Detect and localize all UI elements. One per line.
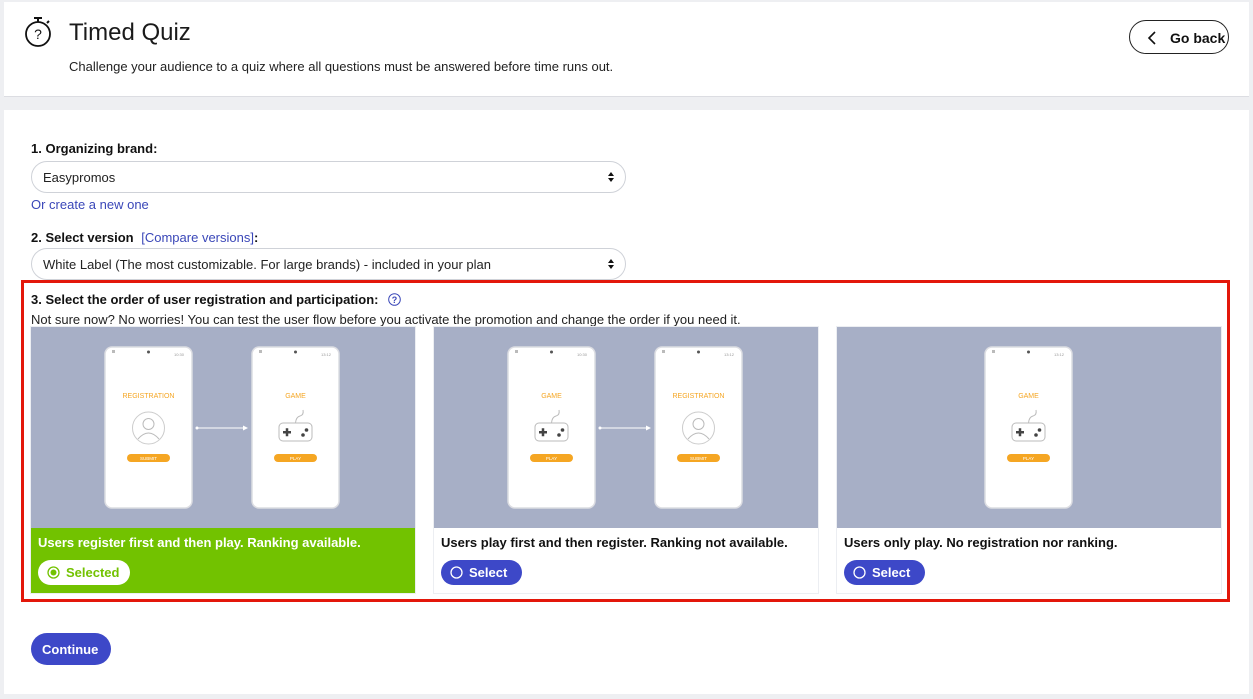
phone-camera: [147, 350, 150, 354]
card-description: Users register first and then play. Rank…: [38, 535, 361, 550]
version-select-value: White Label (The most customizable. For …: [43, 257, 491, 272]
stopwatch-icon: ?: [25, 17, 51, 47]
phone-camera: [1027, 350, 1030, 354]
card-description: Users only play. No registration nor ran…: [844, 535, 1118, 550]
brand-label: 1. Organizing brand:: [31, 141, 158, 156]
select-arrows-icon: [608, 172, 614, 182]
signal-icon: [992, 350, 995, 353]
phone-camera: [294, 350, 297, 354]
card-description: Users play first and then register. Rank…: [441, 535, 788, 550]
phone-mockup: 10:30 GAME PLAY: [507, 346, 596, 509]
phone-heading: REGISTRATION: [123, 393, 175, 400]
svg-text:?: ?: [34, 26, 42, 42]
continue-button-label: Continue: [42, 642, 99, 657]
order-label: 3. Select the order of user registration…: [31, 292, 401, 307]
phone-camera: [550, 350, 553, 354]
main-panel: 1. Organizing brand: Easypromos Or creat…: [4, 110, 1249, 694]
version-label-text: 2. Select version: [31, 230, 134, 245]
version-label-colon: :: [253, 230, 259, 245]
order-card-only-play[interactable]: 13:12 GAME PLAY Users only play. No regist…: [837, 327, 1221, 593]
svg-text:?: ?: [392, 295, 398, 305]
phone-mockup: 13:12 GAME PLAY: [251, 346, 340, 509]
signal-icon: [662, 350, 665, 353]
card-illustration: 10:30 GAME PLAY 13:12 REGISTRATION SUBMIT: [434, 327, 818, 528]
user-icon: [682, 411, 715, 445]
order-label-text: 3. Select the order of user registration…: [31, 292, 379, 307]
brand-select-value: Easypromos: [43, 170, 116, 185]
phone-heading: GAME: [541, 393, 562, 400]
go-back-button[interactable]: Go back: [1129, 20, 1229, 54]
card-illustration: 10:30 REGISTRATION SUBMIT 13:12 GAME PLAY: [31, 327, 415, 528]
phone-mockup: 10:30 REGISTRATION SUBMIT: [104, 346, 193, 509]
create-brand-link[interactable]: Or create a new one: [31, 197, 149, 212]
continue-button[interactable]: Continue: [31, 633, 111, 665]
order-hint: Not sure now? No worries! You can test t…: [31, 312, 741, 327]
radio-unchecked-icon: [450, 566, 463, 579]
phone-time: 10:30: [577, 352, 588, 357]
order-card-play-then-register[interactable]: 10:30 GAME PLAY 13:12 REGISTRATION SUBMIT Use…: [434, 327, 818, 593]
help-icon[interactable]: ?: [388, 293, 401, 306]
phone-button-label: PLAY: [546, 456, 557, 461]
radio-checked-icon: [47, 566, 60, 579]
phone-time: 10:30: [174, 352, 185, 357]
phone-time: 13:12: [724, 352, 735, 357]
signal-icon: [259, 350, 262, 353]
chevron-left-icon: [1147, 31, 1156, 45]
phone-camera: [697, 350, 700, 354]
arrow-right-icon: [598, 425, 651, 431]
user-icon: [132, 411, 165, 445]
radio-unchecked-icon: [853, 566, 866, 579]
page-header: ? Timed Quiz Challenge your audience to …: [4, 2, 1249, 97]
phone-button-label: SUBMIT: [690, 456, 707, 461]
selected-button[interactable]: Selected: [38, 560, 130, 585]
version-select[interactable]: White Label (The most customizable. For …: [31, 248, 626, 280]
order-card-register-then-play[interactable]: 10:30 REGISTRATION SUBMIT 13:12 GAME PLAY Use…: [31, 327, 415, 593]
phone-mockup: 13:12 GAME PLAY: [984, 346, 1073, 509]
select-arrows-icon: [608, 259, 614, 269]
phone-button-label: SUBMIT: [140, 456, 157, 461]
select-button[interactable]: Select: [844, 560, 925, 585]
phone-time: 13:12: [1054, 352, 1065, 357]
phone-time: 13:12: [321, 352, 332, 357]
select-button-label: Select: [872, 565, 911, 580]
phone-heading: GAME: [1018, 393, 1039, 400]
phone-button-label: PLAY: [1023, 456, 1034, 461]
signal-icon: [112, 350, 115, 353]
phone-mockup: 13:12 REGISTRATION SUBMIT: [654, 346, 743, 509]
page-title: Timed Quiz: [69, 19, 191, 46]
card-illustration: 13:12 GAME PLAY: [837, 327, 1221, 528]
version-label: 2. Select version [Compare versions]:: [31, 230, 258, 245]
arrow-right-icon: [195, 425, 248, 431]
brand-select[interactable]: Easypromos: [31, 161, 626, 193]
phone-heading: GAME: [285, 393, 306, 400]
page-subtitle: Challenge your audience to a quiz where …: [69, 59, 614, 74]
phone-heading: REGISTRATION: [673, 393, 725, 400]
compare-versions-link[interactable]: [Compare versions]: [141, 230, 254, 245]
selected-button-label: Selected: [66, 565, 120, 580]
select-button[interactable]: Select: [441, 560, 522, 585]
select-button-label: Select: [469, 565, 508, 580]
phone-button-label: PLAY: [290, 456, 301, 461]
go-back-label: Go back: [1170, 30, 1226, 46]
signal-icon: [515, 350, 518, 353]
